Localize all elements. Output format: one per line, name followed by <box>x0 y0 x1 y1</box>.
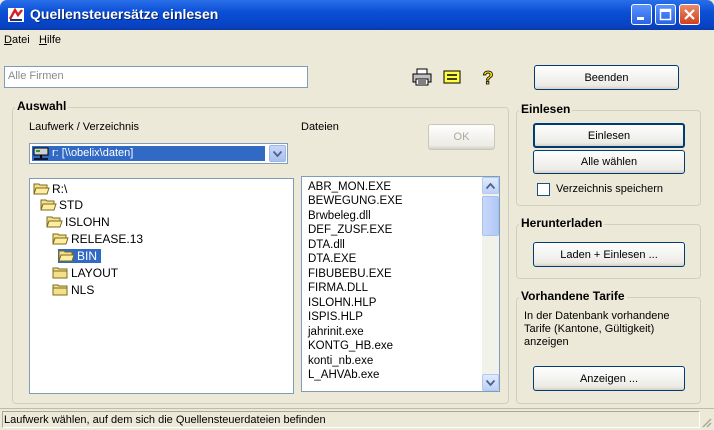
tree-node[interactable]: LAYOUT <box>52 266 118 280</box>
close-button[interactable] <box>679 4 700 25</box>
chevron-up-icon <box>486 182 495 189</box>
file-item[interactable]: jahrinit.exe <box>308 326 364 339</box>
einlesen-button[interactable]: Einlesen <box>533 123 685 148</box>
app-icon <box>7 6 25 24</box>
tree-node[interactable]: NLS <box>52 283 94 297</box>
file-item[interactable]: ISLOHN.HLP <box>308 297 376 310</box>
menu-bar: Datei Hilfe <box>0 30 714 52</box>
open-folder-icon <box>58 250 75 262</box>
files-label: Dateien <box>301 121 339 133</box>
open-folder-icon <box>46 216 63 228</box>
menu-hilfe[interactable]: Hilfe <box>39 34 61 46</box>
file-item[interactable]: DTA.dll <box>308 239 345 252</box>
menu-hilfe-accel: H <box>39 34 47 46</box>
question-icon: ? <box>482 68 494 86</box>
tree-node-label: R:\ <box>52 182 68 196</box>
file-item[interactable]: DTA.EXE <box>308 253 356 266</box>
file-item[interactable]: ISPIS.HLP <box>308 311 363 324</box>
minimize-icon <box>637 17 644 20</box>
menu-datei-rest: atei <box>11 34 30 46</box>
menu-datei[interactable]: Datei <box>4 34 30 46</box>
network-drive-icon <box>33 147 49 160</box>
export-button[interactable] <box>441 67 463 87</box>
title-bar[interactable]: Quellensteuersätze einlesen <box>0 0 714 30</box>
herunterladen-title: Herunterladen <box>519 216 605 230</box>
file-item[interactable]: ABR_MON.EXE <box>308 181 391 194</box>
show-tariffs-button[interactable]: Anzeigen ... <box>533 366 685 391</box>
download-button[interactable]: Laden + Einlesen ... <box>533 242 685 267</box>
printer-icon <box>412 68 432 86</box>
scroll-thumb[interactable] <box>482 196 499 236</box>
file-item[interactable]: L_AHVAb.exe <box>308 369 379 382</box>
menu-datei-accel: D <box>4 34 12 46</box>
tarife-description: In der Datenbank vorhandene Tarife (Kant… <box>524 310 670 348</box>
file-item[interactable]: DEF_ZUSF.EXE <box>308 224 392 237</box>
exit-button[interactable]: Beenden <box>534 65 679 90</box>
minimize-button[interactable] <box>631 4 652 25</box>
resize-grip-icon[interactable] <box>700 416 712 428</box>
ok-button[interactable]: OK <box>428 124 495 150</box>
drive-selected: r: [\\obelix\daten] <box>32 146 265 161</box>
file-listbox[interactable]: ABR_MON.EXE BEWEGUNG.EXE Brwbeleg.dll DE… <box>301 176 500 392</box>
help-button[interactable]: ? <box>477 67 499 87</box>
company-input[interactable]: Alle Firmen <box>4 66 308 88</box>
status-text: Laufwerk wählen, auf dem sich die Quelle… <box>4 414 326 426</box>
scroll-down-button[interactable] <box>482 374 499 391</box>
tree-node-label: ISLOHN <box>65 215 110 229</box>
file-item[interactable]: BEWEGUNG.EXE <box>308 195 403 208</box>
open-folder-icon <box>33 183 50 195</box>
tree-node-label: STD <box>59 198 83 212</box>
file-item[interactable]: Brwbeleg.dll <box>308 210 371 223</box>
maximize-icon <box>659 8 672 21</box>
status-bar: Laufwerk wählen, auf dem sich die Quelle… <box>0 408 714 430</box>
tree-node[interactable]: ISLOHN <box>46 215 110 229</box>
tree-node-label: NLS <box>71 283 95 297</box>
drive-value: r: [\\obelix\daten] <box>52 147 134 159</box>
select-all-button[interactable]: Alle wählen <box>533 150 685 174</box>
tree-node[interactable]: R:\ <box>33 182 67 196</box>
file-item[interactable]: KONTG_HB.exe <box>308 340 393 353</box>
tree-node-label: BIN <box>77 249 98 263</box>
menu-hilfe-rest: ilfe <box>46 34 62 46</box>
drive-dropdown-button[interactable] <box>269 145 286 162</box>
file-item[interactable]: FIBUBEBU.EXE <box>308 268 392 281</box>
file-item[interactable]: FIRMA.DLL <box>308 282 368 295</box>
window-title: Quellensteuersätze einlesen <box>30 6 219 22</box>
folder-icon <box>52 267 68 279</box>
tree-node[interactable]: RELEASE.13 <box>52 232 143 246</box>
file-scrollbar[interactable] <box>482 177 499 391</box>
scroll-up-button[interactable] <box>482 177 499 194</box>
tree-node-label: RELEASE.13 <box>71 232 144 246</box>
drive-combobox[interactable]: r: [\\obelix\daten] <box>29 143 288 164</box>
print-button[interactable] <box>411 67 433 87</box>
svg-text:?: ? <box>483 68 494 86</box>
auswahl-title: Auswahl <box>15 99 69 113</box>
open-folder-icon <box>40 199 57 211</box>
file-item[interactable]: konti_nb.exe <box>308 355 373 368</box>
tarife-title: Vorhandene Tarife <box>519 289 627 303</box>
save-directory-label: Verzeichnis speichern <box>556 183 664 195</box>
close-icon <box>684 9 695 20</box>
note-icon <box>443 70 461 84</box>
save-directory-checkbox[interactable] <box>537 183 550 196</box>
tree-node-selected[interactable]: BIN <box>58 249 102 263</box>
folder-icon <box>52 284 68 296</box>
drive-label: Laufwerk / Verzeichnis <box>29 121 140 133</box>
chevron-down-icon <box>486 379 495 386</box>
chevron-down-icon <box>273 150 282 157</box>
maximize-button[interactable] <box>655 4 676 25</box>
tree-node[interactable]: STD <box>40 198 83 212</box>
einlesen-title: Einlesen <box>519 102 573 116</box>
open-folder-icon <box>52 233 69 245</box>
tree-node-label: LAYOUT <box>71 266 119 280</box>
directory-tree[interactable]: R:\ STD ISLOHN RELEASE.13 BIN LAYOUT NLS <box>29 178 294 394</box>
